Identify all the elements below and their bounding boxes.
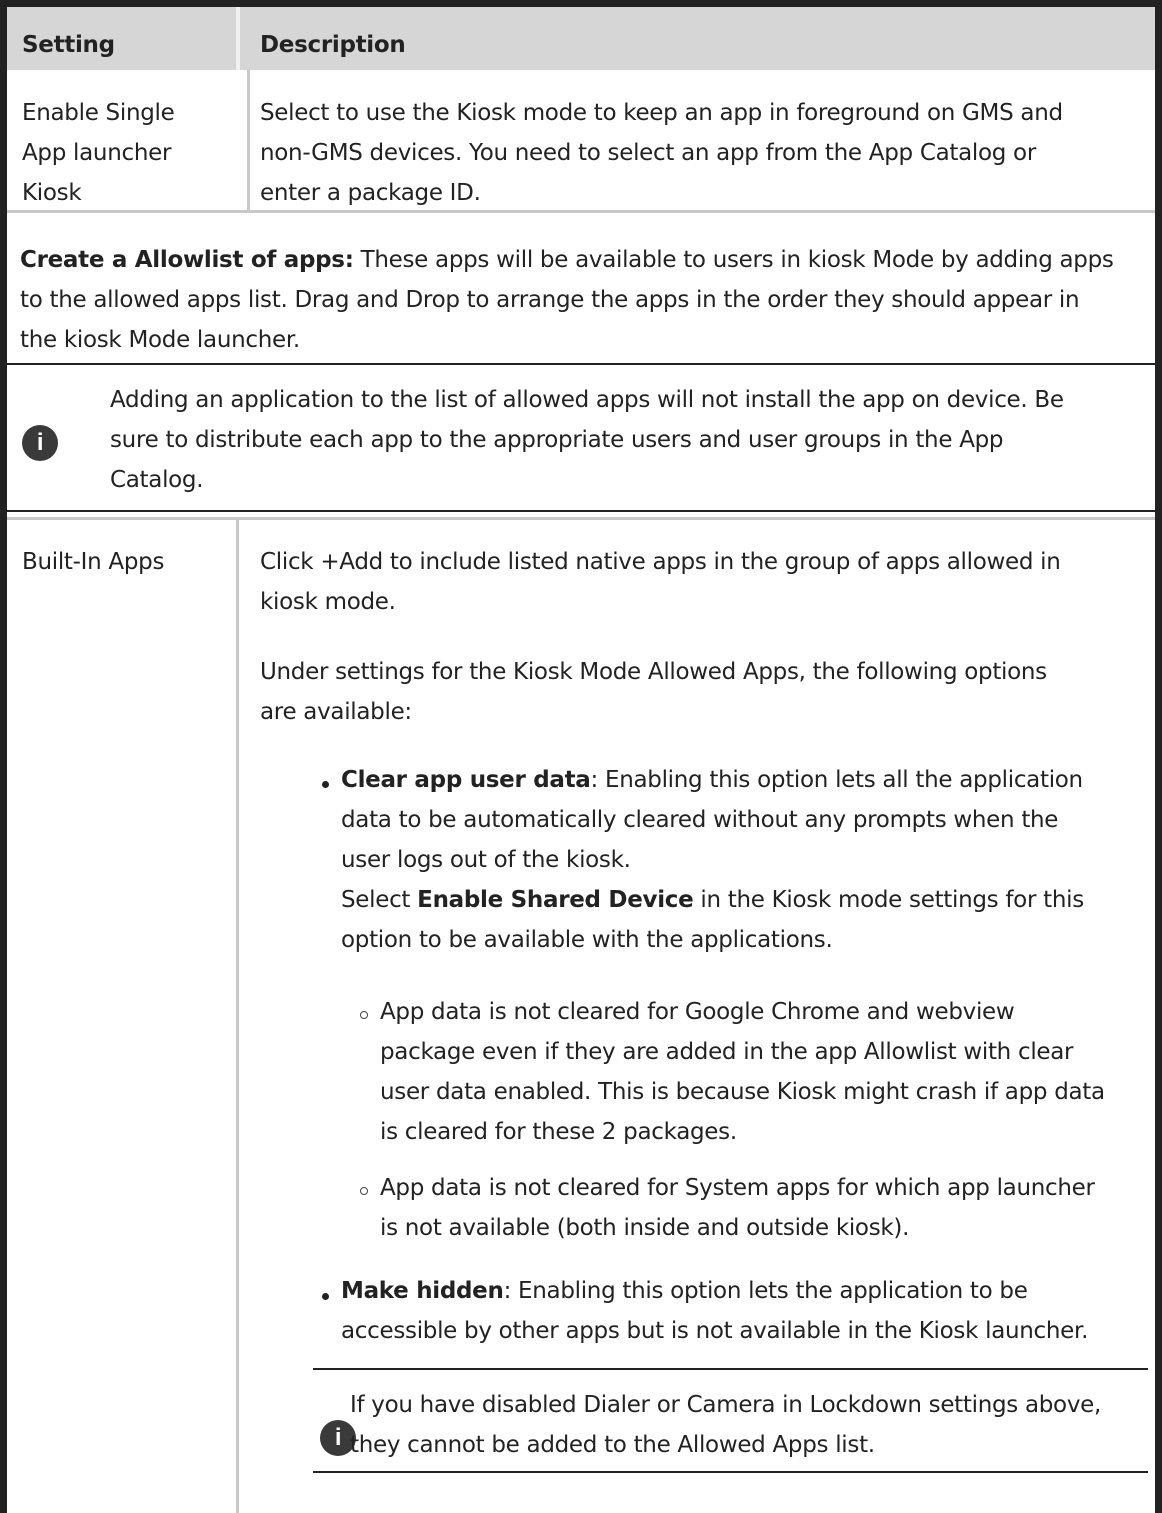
row2-options-paragraph: Under settings for the Kiosk Mode Allowe…	[260, 659, 1047, 725]
note1-bottom-rule	[7, 510, 1155, 512]
allowlist-paragraph: Create a Allowlist of apps: These apps w…	[20, 247, 1114, 353]
row1-description: Select to use the Kiosk mode to keep an …	[260, 100, 1063, 206]
table-header	[7, 7, 1155, 70]
note2-top-rule	[313, 1368, 1148, 1370]
sub-bullet-marker	[360, 1011, 368, 1019]
sub-bullet-system-apps: App data is not cleared for System apps …	[380, 1175, 1095, 1241]
header-divider	[236, 7, 240, 70]
info-icon: i	[22, 425, 58, 461]
note1-text: Adding an application to the list of all…	[110, 387, 1064, 493]
bullet-marker	[322, 781, 329, 788]
table-top-border	[0, 0, 1162, 7]
row1-bottom-border	[7, 210, 1155, 213]
bullet-clear-app-user-data: Clear app user data: Enabling this optio…	[341, 767, 1084, 953]
bullet-marker	[322, 1293, 329, 1300]
table-left-border	[0, 0, 7, 1513]
note2-text: If you have disabled Dialer or Camera in…	[350, 1392, 1102, 1458]
note2-bottom-rule	[313, 1471, 1148, 1473]
sub-bullet-marker	[360, 1187, 368, 1195]
row1-column-divider	[247, 70, 250, 210]
row2-setting: Built-In Apps	[22, 549, 165, 575]
header-setting: Setting	[22, 32, 115, 58]
table-right-border	[1155, 0, 1162, 1513]
sub-bullet-chrome-webview: App data is not cleared for Google Chrom…	[380, 999, 1105, 1145]
note1-top-rule	[7, 363, 1155, 365]
header-description: Description	[260, 32, 406, 58]
bullet-make-hidden: Make hidden: Enabling this option lets t…	[341, 1278, 1089, 1344]
row-divider	[7, 517, 1155, 520]
row2-column-divider	[236, 520, 239, 1513]
row1-setting: Enable Single App launcher Kiosk	[22, 100, 175, 206]
row2-intro-paragraph: Click +Add to include listed native apps…	[260, 549, 1061, 615]
